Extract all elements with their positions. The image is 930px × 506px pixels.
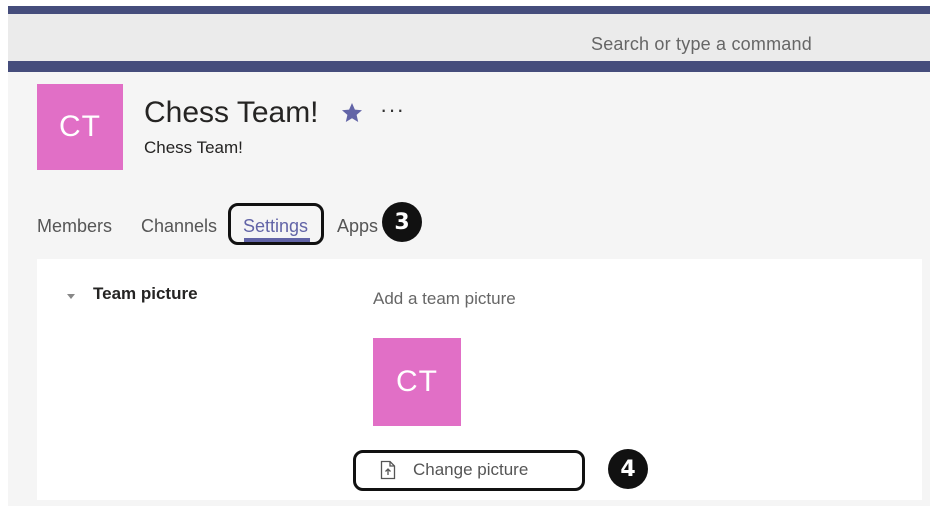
tab-apps[interactable]: Apps xyxy=(337,216,378,237)
team-picture-preview: CT xyxy=(373,338,461,426)
settings-highlight-outline xyxy=(228,203,324,245)
search-input[interactable]: Search or type a command xyxy=(591,34,812,55)
upload-file-icon xyxy=(380,460,396,480)
header-band xyxy=(8,61,930,72)
step-3-callout: 3 xyxy=(382,202,422,242)
change-picture-button[interactable]: Change picture xyxy=(353,450,585,491)
more-options-icon[interactable]: ··· xyxy=(380,98,405,122)
team-avatar: CT xyxy=(37,84,123,170)
title-bar-strip xyxy=(8,6,930,14)
team-description: Chess Team! xyxy=(144,138,243,157)
caret-down-icon[interactable] xyxy=(67,294,75,299)
change-picture-label: Change picture xyxy=(413,460,529,479)
tab-members[interactable]: Members xyxy=(37,216,112,237)
team-picture-section-title[interactable]: Team picture xyxy=(93,284,198,304)
command-bar: Search or type a command xyxy=(8,14,930,62)
add-picture-label: Add a team picture xyxy=(373,289,516,308)
tab-channels[interactable]: Channels xyxy=(141,216,217,237)
team-name: Chess Team! xyxy=(144,96,319,129)
star-icon[interactable] xyxy=(340,101,364,125)
step-4-callout: 4 xyxy=(608,449,648,489)
